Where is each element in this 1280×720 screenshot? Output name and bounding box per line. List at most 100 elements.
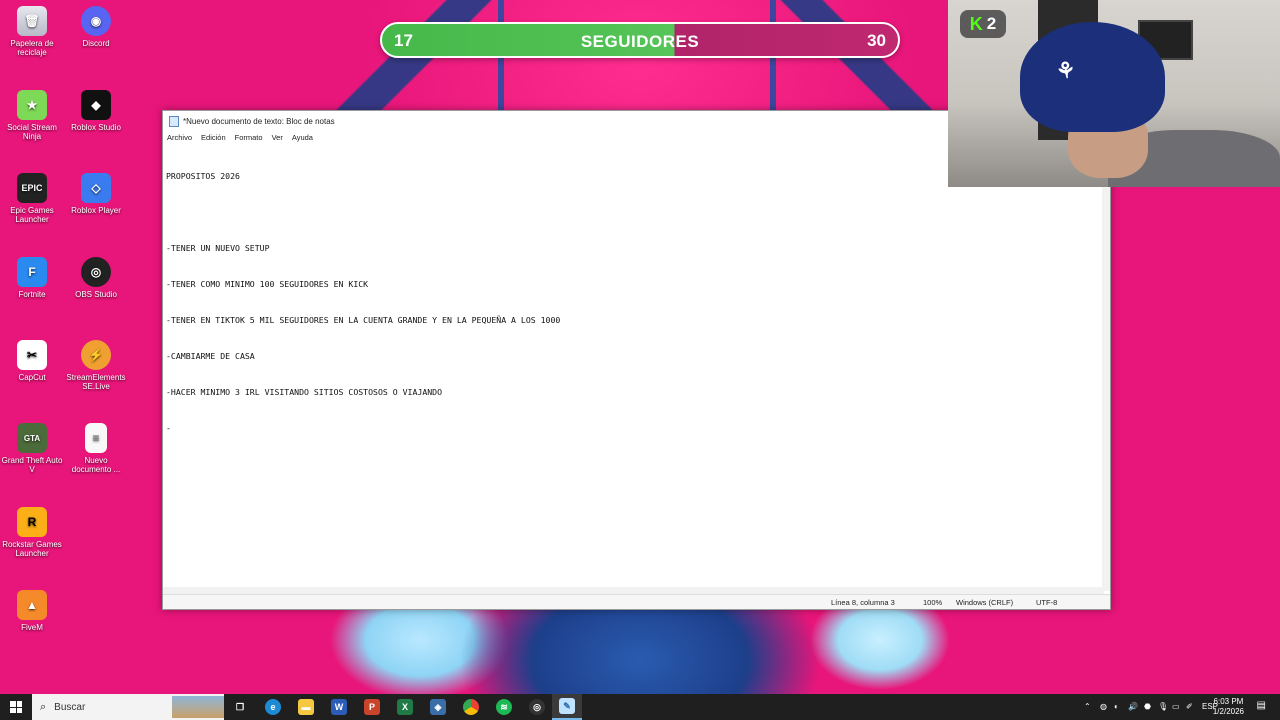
notepad-icon xyxy=(169,115,179,127)
taskbar-app[interactable]: ◈ xyxy=(423,694,453,720)
text-line: -CAMBIARME DE CASA xyxy=(166,351,255,361)
taskbar-edge[interactable]: e xyxy=(258,694,288,720)
powerpoint-icon: P xyxy=(364,699,380,715)
webcam-cap xyxy=(1020,22,1165,132)
text-line: -HACER MINIMO 3 IRL VISITANDO SITIOS COS… xyxy=(166,387,443,397)
taskbar-spotify[interactable]: ≋ xyxy=(489,694,519,720)
follower-goal-target: 30 xyxy=(867,31,886,50)
desktop-icon-fivem[interactable]: ▲ FiveM xyxy=(0,590,64,632)
follower-goal-bar: 17 SEGUIDORES 30 xyxy=(380,22,900,58)
windows-icon xyxy=(10,701,22,713)
desktop-icon-social-stream-ninja[interactable]: ★ Social Stream Ninja xyxy=(0,90,64,141)
desktop-icon-label: Grand Theft Auto V xyxy=(1,456,63,474)
gta-icon: GTA xyxy=(17,423,47,453)
horizontal-scrollbar[interactable] xyxy=(163,587,1104,594)
fortnite-icon: F xyxy=(17,257,47,287)
follower-goal-label: SEGUIDORES xyxy=(580,32,700,51)
search-placeholder: Buscar xyxy=(54,701,86,713)
epic-games-icon: EPIC xyxy=(17,173,47,203)
status-encoding: UTF-8 xyxy=(1036,598,1058,607)
desktop-icon-label: OBS Studio xyxy=(75,290,117,299)
taskbar-powerpoint[interactable]: P xyxy=(357,694,387,720)
clock-time: 6:03 PM xyxy=(1213,697,1244,706)
tray-app-icon[interactable]: ◐ xyxy=(1114,702,1119,711)
desktop-icon-label: Rockstar Games Launcher xyxy=(2,540,62,558)
menu-archivo[interactable]: Archivo xyxy=(167,133,192,142)
notepad-title: *Nuevo documento de texto: Bloc de notas xyxy=(183,116,335,126)
streamelements-icon: ⚡ xyxy=(81,340,111,370)
file-explorer-icon: ▬ xyxy=(298,699,314,715)
text-line xyxy=(166,206,1101,218)
volume-icon[interactable]: 🔊 xyxy=(1128,702,1138,711)
app-icon: ◈ xyxy=(430,699,446,715)
desktop-icon-epic-games[interactable]: EPIC Epic Games Launcher xyxy=(0,173,64,224)
desktop-icon-roblox-player[interactable]: ◇ Roblox Player xyxy=(64,173,128,215)
start-button[interactable] xyxy=(0,694,32,720)
kick-viewer-count: 2 xyxy=(986,14,997,33)
menu-formato[interactable]: Formato xyxy=(235,133,263,142)
desktop-icon-label: CapCut xyxy=(18,373,46,382)
chrome-icon xyxy=(463,699,479,715)
kick-viewer-badge: K 2 xyxy=(960,10,1006,38)
text-line: -TENER UN NUEVO SETUP xyxy=(166,243,270,253)
notepad-statusbar: Línea 8, columna 3 100% Windows (CRLF) U… xyxy=(163,594,1110,609)
text-line: -TENER COMO MINIMO 100 SEGUIDORES EN KIC… xyxy=(166,279,369,289)
menu-ayuda[interactable]: Ayuda xyxy=(292,133,313,142)
desktop-icon-capcut[interactable]: ✂ CapCut xyxy=(0,340,64,382)
desktop-icon-obs[interactable]: ◎ OBS Studio xyxy=(64,257,128,299)
desktop-icon-label: Nuevo documento ... xyxy=(71,456,121,474)
taskbar-clock[interactable]: 6:03 PM 1/2/2026 xyxy=(1213,697,1244,717)
cap-logo: ⚘ xyxy=(1054,56,1078,85)
social-stream-ninja-icon: ★ xyxy=(17,90,47,120)
text-document-icon: ≡ xyxy=(85,423,107,453)
chevron-up-icon[interactable]: ⌃ xyxy=(1084,702,1091,711)
status-cursor-position: Línea 8, columna 3 xyxy=(831,598,895,607)
desktop-icon-streamelements[interactable]: ⚡ StreamElements SE.Live xyxy=(64,340,128,391)
task-view-icon: ❐ xyxy=(235,701,245,712)
notepad-text-area[interactable]: PROPOSITOS 2026 -TENER UN NUEVO SETUP -T… xyxy=(163,145,1104,585)
desktop-icon-fortnite[interactable]: F Fortnite xyxy=(0,257,64,299)
clock-date: 1/2/2026 xyxy=(1212,707,1244,716)
desktop-icon-gta[interactable]: GTA Grand Theft Auto V xyxy=(0,423,64,474)
taskbar-search[interactable]: ⌕ Buscar xyxy=(32,694,224,720)
system-tray: ⌃ ◍ ◐ 🔊 ⬣ 🎙 ▭ ✐ ESP 6:03 PM 1/2/2026 ▤ xyxy=(1080,694,1280,720)
text-line: -TENER EN TIKTOK 5 MIL SEGUIDORES EN LA … xyxy=(166,315,561,325)
taskbar-obs[interactable]: ◎ xyxy=(522,694,552,720)
desktop-icon-label: FiveM xyxy=(21,623,43,632)
notepad-icon: ✎ xyxy=(559,698,575,714)
taskbar-notepad[interactable]: ✎ xyxy=(552,694,582,720)
menu-edicion[interactable]: Edición xyxy=(201,133,226,142)
tray-app-icon[interactable]: ⬣ xyxy=(1144,702,1151,711)
obs-icon: ◎ xyxy=(81,257,111,287)
status-line-ending: Windows (CRLF) xyxy=(956,598,1014,607)
search-highlight-image xyxy=(172,696,224,718)
desktop-icon-label: Roblox Studio xyxy=(71,123,121,132)
capcut-icon: ✂ xyxy=(17,340,47,370)
taskbar-file-explorer[interactable]: ▬ xyxy=(291,694,321,720)
desktop-icon-label: Discord xyxy=(82,39,110,48)
taskbar-word[interactable]: W xyxy=(324,694,354,720)
desktop-icon-label: StreamElements SE.Live xyxy=(66,373,126,391)
roblox-studio-icon: ◆ xyxy=(81,90,111,120)
tray-app-icon[interactable]: ◍ xyxy=(1100,702,1107,711)
desktop-icon-rockstar[interactable]: R Rockstar Games Launcher xyxy=(0,507,64,558)
desktop-icon-roblox-studio[interactable]: ◆ Roblox Studio xyxy=(64,90,128,132)
pen-icon[interactable]: ✐ xyxy=(1186,702,1193,711)
roblox-player-icon: ◇ xyxy=(81,173,111,203)
status-zoom: 100% xyxy=(923,598,943,607)
fivem-icon: ▲ xyxy=(17,590,47,620)
recycle-bin-icon: 🗑 xyxy=(17,6,47,36)
notification-icon[interactable]: ▤ xyxy=(1257,700,1266,711)
desktop-icon-nuevo-documento[interactable]: ≡ Nuevo documento ... xyxy=(64,423,128,474)
taskbar-chrome[interactable] xyxy=(456,694,486,720)
menu-ver[interactable]: Ver xyxy=(272,133,283,142)
microphone-icon[interactable]: 🎙 xyxy=(1158,702,1168,711)
desktop-icon-label: Fortnite xyxy=(18,290,46,299)
network-icon[interactable]: ▭ xyxy=(1172,702,1180,711)
desktop-icon-recycle-bin[interactable]: 🗑 Papelera de reciclaje xyxy=(0,6,64,57)
desktop-icon-discord[interactable]: ◉ Discord xyxy=(64,6,128,48)
vertical-scrollbar[interactable] xyxy=(1102,145,1110,591)
taskbar-excel[interactable]: X xyxy=(390,694,420,720)
taskbar-task-view[interactable]: ❐ xyxy=(225,694,255,720)
obs-icon: ◎ xyxy=(529,699,545,715)
